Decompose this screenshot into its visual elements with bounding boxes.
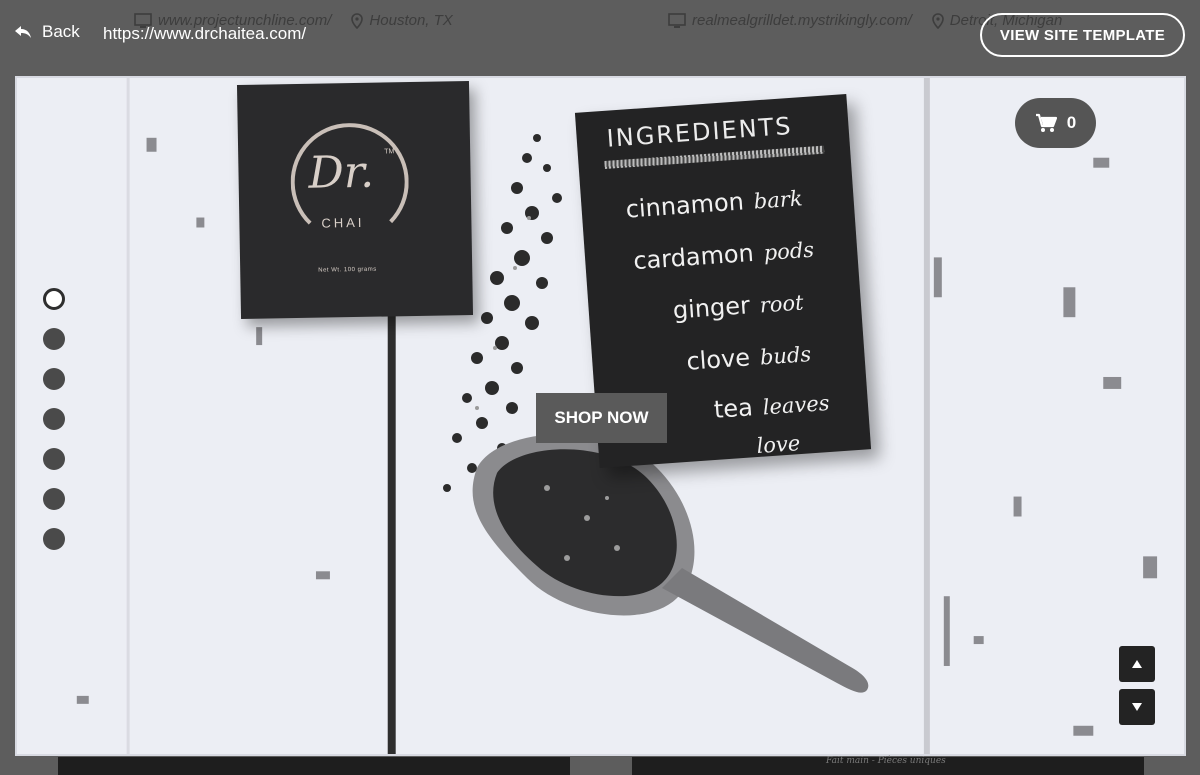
ingredient-line: cinnamon bark <box>624 186 804 224</box>
back-button[interactable]: Back <box>14 22 80 42</box>
cart-count: 0 <box>1066 113 1077 132</box>
card-footer: love <box>755 431 801 459</box>
view-site-template-button[interactable]: VIEW SITE TEMPLATE <box>980 13 1185 57</box>
slide-dot-4[interactable] <box>43 408 65 430</box>
shopping-cart-icon <box>1035 113 1057 132</box>
ingredient-line: clove buds <box>685 342 812 376</box>
brand-name: CHAI <box>321 214 365 231</box>
tea-scoop <box>472 434 869 693</box>
slide-dot-1[interactable] <box>43 288 65 310</box>
site-url: https://www.drchaitea.com/ <box>103 24 307 43</box>
background-caption: Fait main - Pièces uniques <box>826 756 946 766</box>
background-card-left <box>58 757 570 775</box>
cart-button[interactable]: 0 <box>1015 98 1096 148</box>
slide-dot-3[interactable] <box>43 368 65 390</box>
back-label: Back <box>42 22 80 41</box>
net-weight: Net Wt. 100 grams <box>318 266 377 274</box>
ingredient-line: tea leaves <box>712 390 831 424</box>
slide-dot-5[interactable] <box>43 448 65 470</box>
tea-box: Dr. TM CHAI Net Wt. 100 grams <box>236 80 474 320</box>
brand-initials: Dr. <box>308 146 375 199</box>
ingredient-line: cardamon pods <box>632 237 815 276</box>
slide-dot-6[interactable] <box>43 488 65 510</box>
brand-tm: TM <box>384 148 395 156</box>
back-arrow-icon <box>15 26 31 38</box>
preview-topbar: Back https://www.drchaitea.com/ VIEW SIT… <box>0 0 1200 72</box>
arrow-up-icon <box>1132 660 1142 668</box>
arrow-down-icon <box>1132 703 1142 711</box>
shop-now-button[interactable]: SHOP NOW <box>536 393 667 443</box>
slide-pagination <box>43 288 65 550</box>
ingredients-title: INGREDIENTS <box>605 111 794 153</box>
site-preview-frame: Dr. TM CHAI Net Wt. 100 grams INGREDIENT… <box>15 76 1186 756</box>
ingredient-line: ginger root <box>671 290 805 325</box>
slide-dot-2[interactable] <box>43 328 65 350</box>
scroll-down-button[interactable] <box>1119 689 1155 725</box>
slide-dot-7[interactable] <box>43 528 65 550</box>
scroll-up-button[interactable] <box>1119 646 1155 682</box>
